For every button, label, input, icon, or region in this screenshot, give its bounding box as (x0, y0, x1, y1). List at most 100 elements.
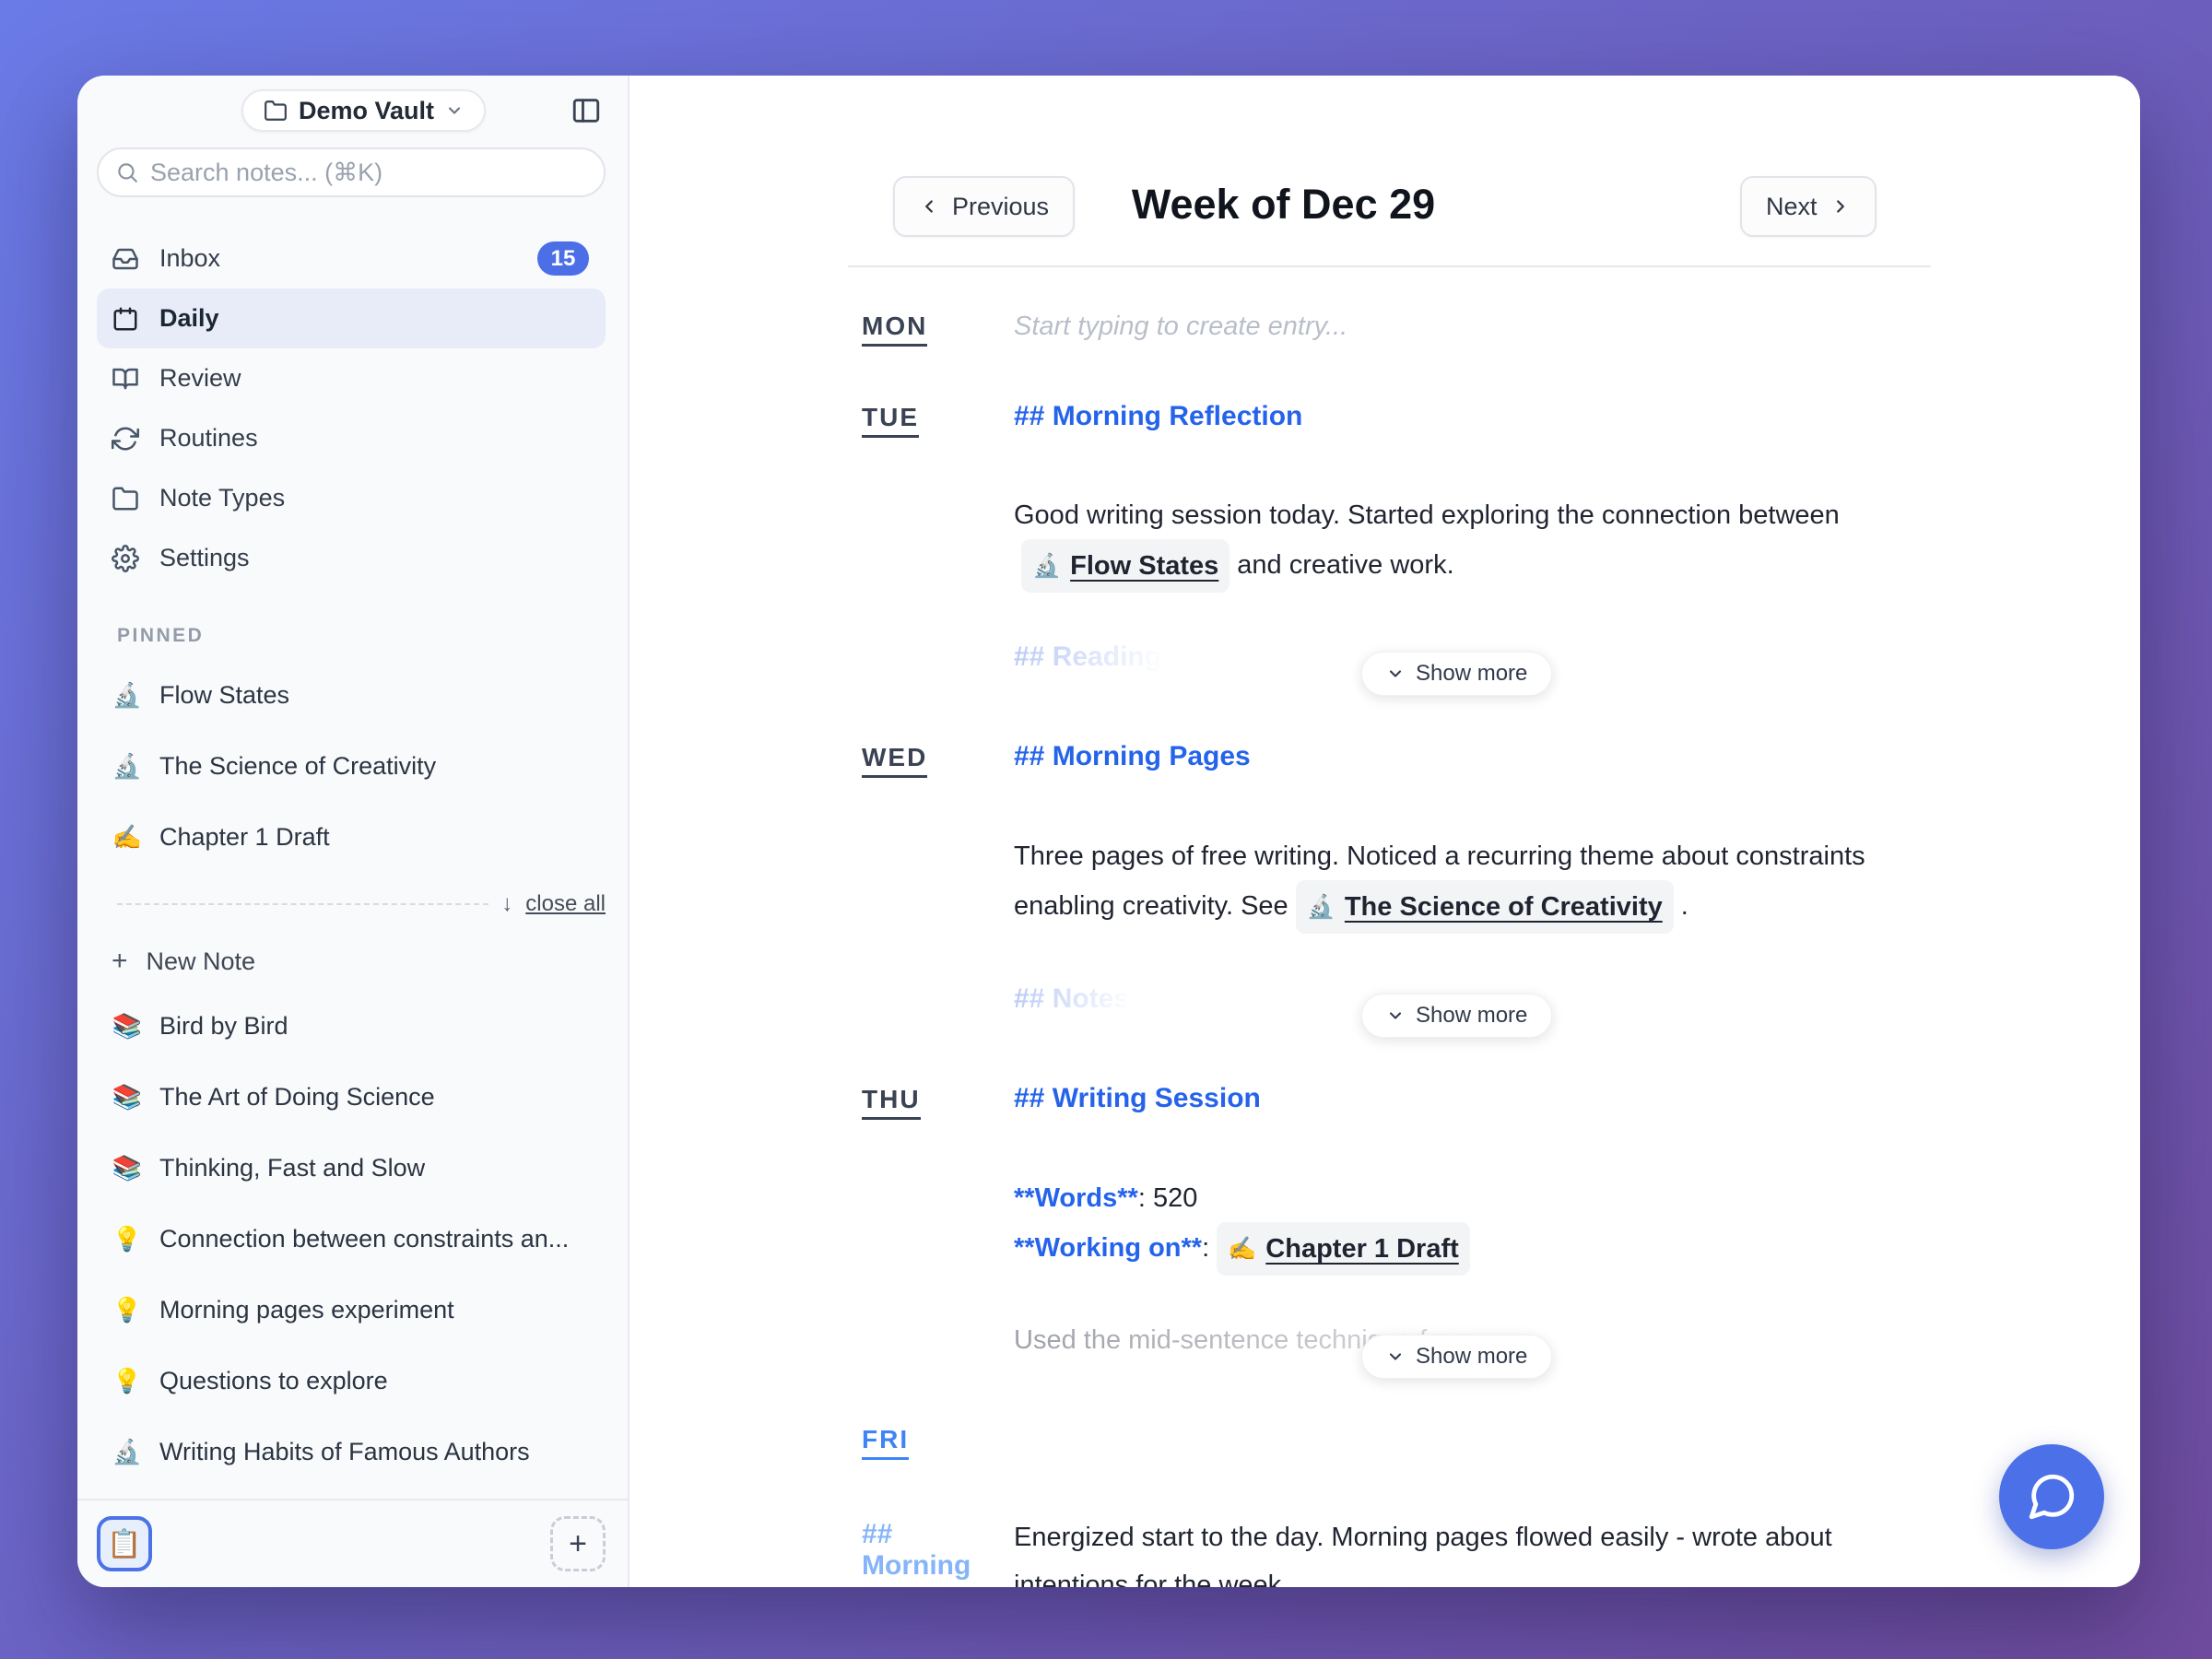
lightbulb-icon: 💡 (112, 1225, 143, 1253)
toggle-sidebar-button[interactable] (570, 94, 603, 127)
day-label-thu: THU (862, 1083, 1014, 1114)
books-icon: 📚 (112, 1154, 143, 1182)
entry-body-thu[interactable]: **Words**: 520 **Working on**:✍️Chapter … (1014, 1174, 1889, 1276)
new-note-label: New Note (147, 947, 256, 976)
sidebar-item-settings[interactable]: Settings (97, 528, 606, 588)
chevron-down-icon (1386, 665, 1405, 683)
chat-bubble-icon (2025, 1470, 2078, 1524)
note-item-thinking-fast-and-slow[interactable]: 📚 Thinking, Fast and Slow (97, 1133, 606, 1204)
sidebar-panel-icon (571, 95, 602, 126)
note-title: The Science of Creativity (159, 752, 436, 781)
microscope-icon: 🔬 (1307, 883, 1335, 931)
note-title: The Art of Doing Science (159, 1083, 435, 1112)
desktop-background: Demo Vault (0, 0, 2212, 1659)
note-title: Questions to explore (159, 1367, 388, 1395)
books-icon: 📚 (112, 1012, 143, 1041)
new-note-button[interactable]: + New Note (97, 938, 606, 984)
sidebar-item-label: Inbox (159, 244, 220, 273)
microscope-icon: 🔬 (1032, 542, 1061, 590)
note-item-morning-pages-experiment[interactable]: 💡 Morning pages experiment (97, 1275, 606, 1346)
microscope-icon: 🔬 (112, 752, 143, 781)
collapsed-section-tue: ## Reading Show more (862, 633, 2140, 705)
sidebar-item-inbox[interactable]: Inbox 15 (97, 229, 606, 288)
entry-heading-fri[interactable]: ## Morning (862, 1519, 886, 1543)
entry-body-fri[interactable]: Energized start to the day. Morning page… (1014, 1513, 1889, 1587)
clipboard-icon: 📋 (107, 1528, 141, 1560)
sidebar-item-label: Note Types (159, 484, 285, 512)
show-more-button-thu[interactable]: Show more (1361, 1335, 1552, 1379)
folder-icon (264, 99, 288, 123)
folder-icon (112, 485, 139, 512)
note-link-chapter-1-draft[interactable]: ✍️Chapter 1 Draft (1217, 1222, 1470, 1276)
faded-heading-reading: ## Reading (1014, 633, 1161, 681)
add-workspace-button[interactable]: + (550, 1516, 606, 1571)
note-item-questions-to-explore[interactable]: 💡 Questions to explore (97, 1346, 606, 1417)
pinned-footer: ↓ close all (117, 890, 606, 918)
entry-heading-wed[interactable]: ## Morning Pages (1014, 741, 1251, 772)
day-row-tue: TUE ## Morning Reflection (862, 401, 2140, 432)
day-label-mon: MON (862, 310, 1014, 341)
book-open-icon (112, 365, 139, 393)
dashed-divider (117, 903, 488, 905)
note-title: Chapter 1 Draft (159, 823, 330, 852)
note-title: Writing Habits of Famous Authors (159, 1438, 530, 1466)
gear-icon (112, 545, 139, 572)
inbox-count-badge: 15 (537, 241, 589, 276)
sidebar-item-review[interactable]: Review (97, 348, 606, 408)
words-line: **Words**: 520 (1014, 1174, 1889, 1222)
sidebar-item-routines[interactable]: Routines (97, 408, 606, 468)
pinned-list: 🔬 Flow States 🔬 The Science of Creativit… (97, 660, 606, 873)
sidebar: Demo Vault (77, 76, 629, 1587)
note-item-connection-constraints[interactable]: 💡 Connection between constraints an... (97, 1204, 606, 1275)
workspace-button[interactable]: 📋 (97, 1516, 152, 1571)
note-title: Bird by Bird (159, 1012, 288, 1041)
sidebar-item-daily[interactable]: Daily (97, 288, 606, 348)
search-bar[interactable] (97, 147, 606, 197)
working-on-line: **Working on**:✍️Chapter 1 Draft (1014, 1222, 1889, 1276)
day-label-fri: FRI (862, 1423, 1014, 1454)
show-more-button-tue[interactable]: Show more (1361, 652, 1552, 696)
collapsed-section-thu: Used the mid-sentence technique from Sho… (862, 1316, 2140, 1388)
header-divider (848, 265, 1931, 267)
note-link-flow-states[interactable]: 🔬Flow States (1021, 539, 1230, 593)
collapsed-section-wed: ## Notes Show more (862, 975, 2140, 1047)
note-item-art-of-doing-science[interactable]: 📚 The Art of Doing Science (97, 1062, 606, 1133)
show-more-button-wed[interactable]: Show more (1361, 994, 1552, 1038)
faded-heading-notes: ## Notes (1014, 975, 1129, 1023)
books-icon: 📚 (112, 1083, 143, 1112)
entry-heading-tue[interactable]: ## Morning Reflection (1014, 401, 1302, 432)
chat-fab-button[interactable] (1999, 1444, 2104, 1549)
show-more-label: Show more (1416, 1344, 1527, 1370)
chevron-down-icon (445, 101, 464, 120)
close-all-link[interactable]: close all (525, 891, 606, 917)
entry-body-wed[interactable]: Three pages of free writing. Noticed a r… (1014, 832, 1889, 934)
pinned-item-chapter-1-draft[interactable]: ✍️ Chapter 1 Draft (97, 802, 606, 873)
note-link-science-of-creativity[interactable]: 🔬The Science of Creativity (1296, 880, 1674, 934)
sidebar-item-note-types[interactable]: Note Types (97, 468, 606, 528)
next-label: Next (1766, 193, 1818, 221)
note-title: Flow States (159, 681, 289, 710)
note-item-bird-by-bird[interactable]: 📚 Bird by Bird (97, 991, 606, 1062)
next-week-button[interactable]: Next (1740, 176, 1877, 237)
note-title: Connection between constraints an... (159, 1225, 569, 1253)
lightbulb-icon: 💡 (112, 1296, 143, 1324)
note-item-writing-habits[interactable]: 🔬 Writing Habits of Famous Authors (97, 1417, 606, 1488)
main-content: Previous Week of Dec 29 Next MON Start t… (629, 76, 2140, 1587)
pinned-item-flow-states[interactable]: 🔬 Flow States (97, 660, 606, 731)
entry-placeholder[interactable]: Start typing to create entry... (1014, 310, 1347, 342)
entry-body-tue[interactable]: Good writing session today. Started expl… (1014, 491, 1889, 593)
sidebar-nav: Inbox 15 Daily Review (97, 229, 606, 588)
pinned-item-science-of-creativity[interactable]: 🔬 The Science of Creativity (97, 731, 606, 802)
microscope-icon: 🔬 (112, 1438, 143, 1466)
sidebar-item-label: Routines (159, 424, 258, 453)
microscope-icon: 🔬 (112, 681, 143, 710)
entry-heading-thu[interactable]: ## Writing Session (1014, 1083, 1261, 1114)
search-input[interactable] (150, 159, 594, 187)
calendar-icon (112, 305, 139, 333)
app-window: Demo Vault (77, 76, 2140, 1587)
note-title: Thinking, Fast and Slow (159, 1154, 425, 1182)
day-row-thu: THU ## Writing Session (862, 1083, 2140, 1114)
vault-switcher[interactable]: Demo Vault (241, 89, 486, 132)
writing-hand-icon: ✍️ (1228, 1225, 1256, 1273)
inbox-icon (112, 245, 139, 273)
